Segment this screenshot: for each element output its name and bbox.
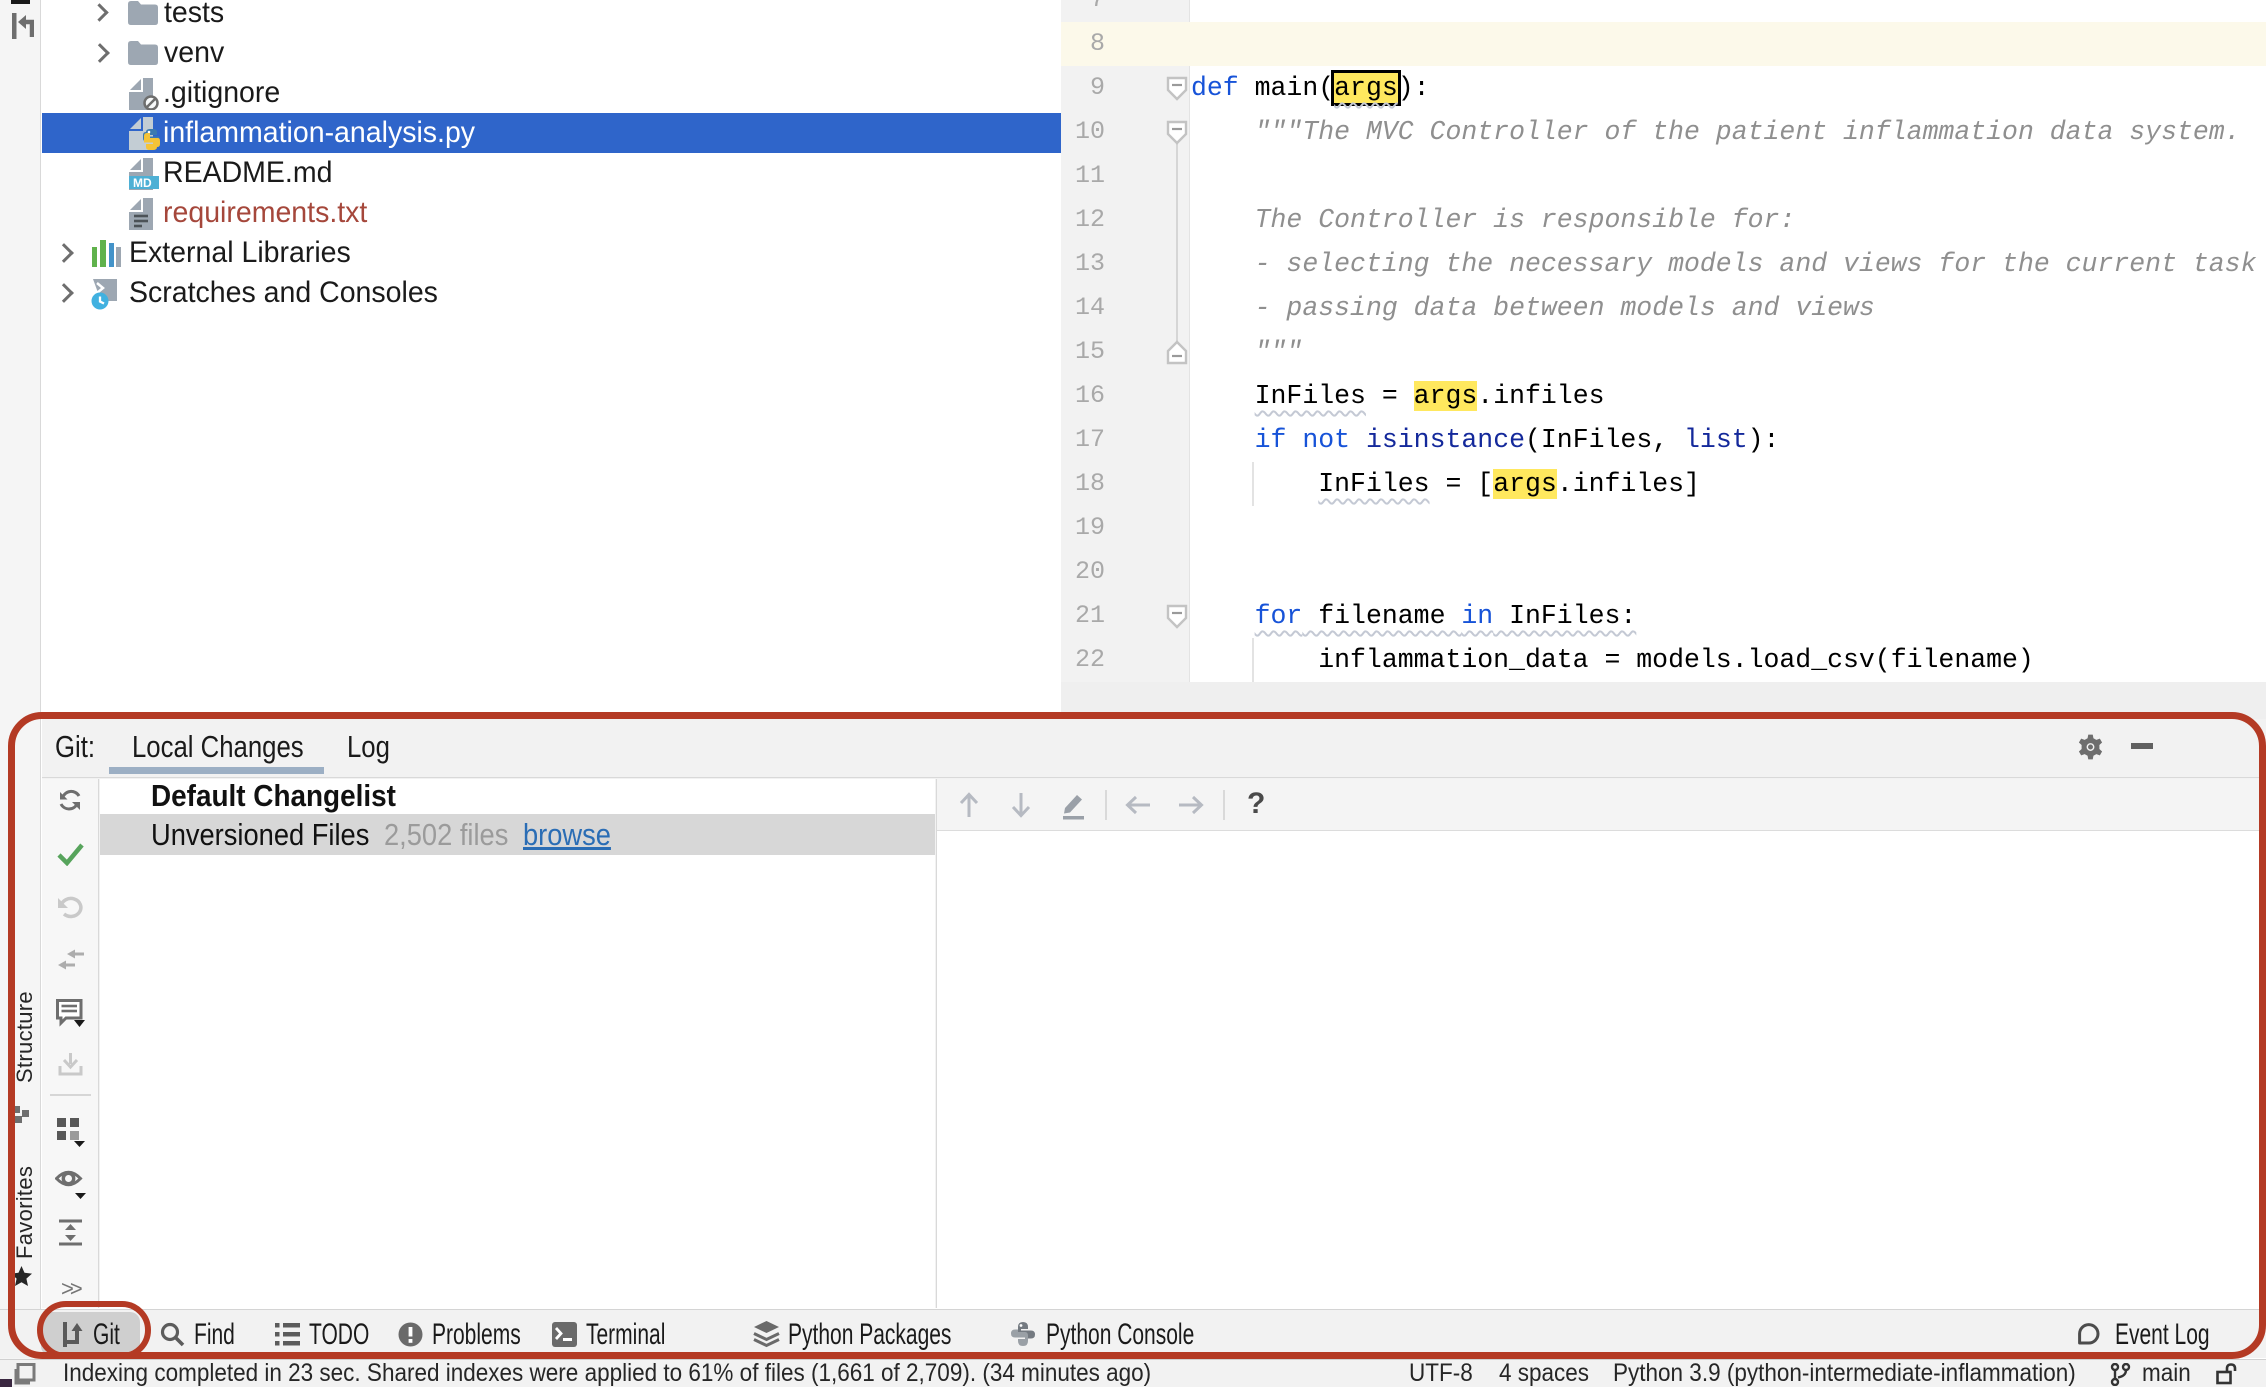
- svg-text:MD: MD: [133, 176, 152, 190]
